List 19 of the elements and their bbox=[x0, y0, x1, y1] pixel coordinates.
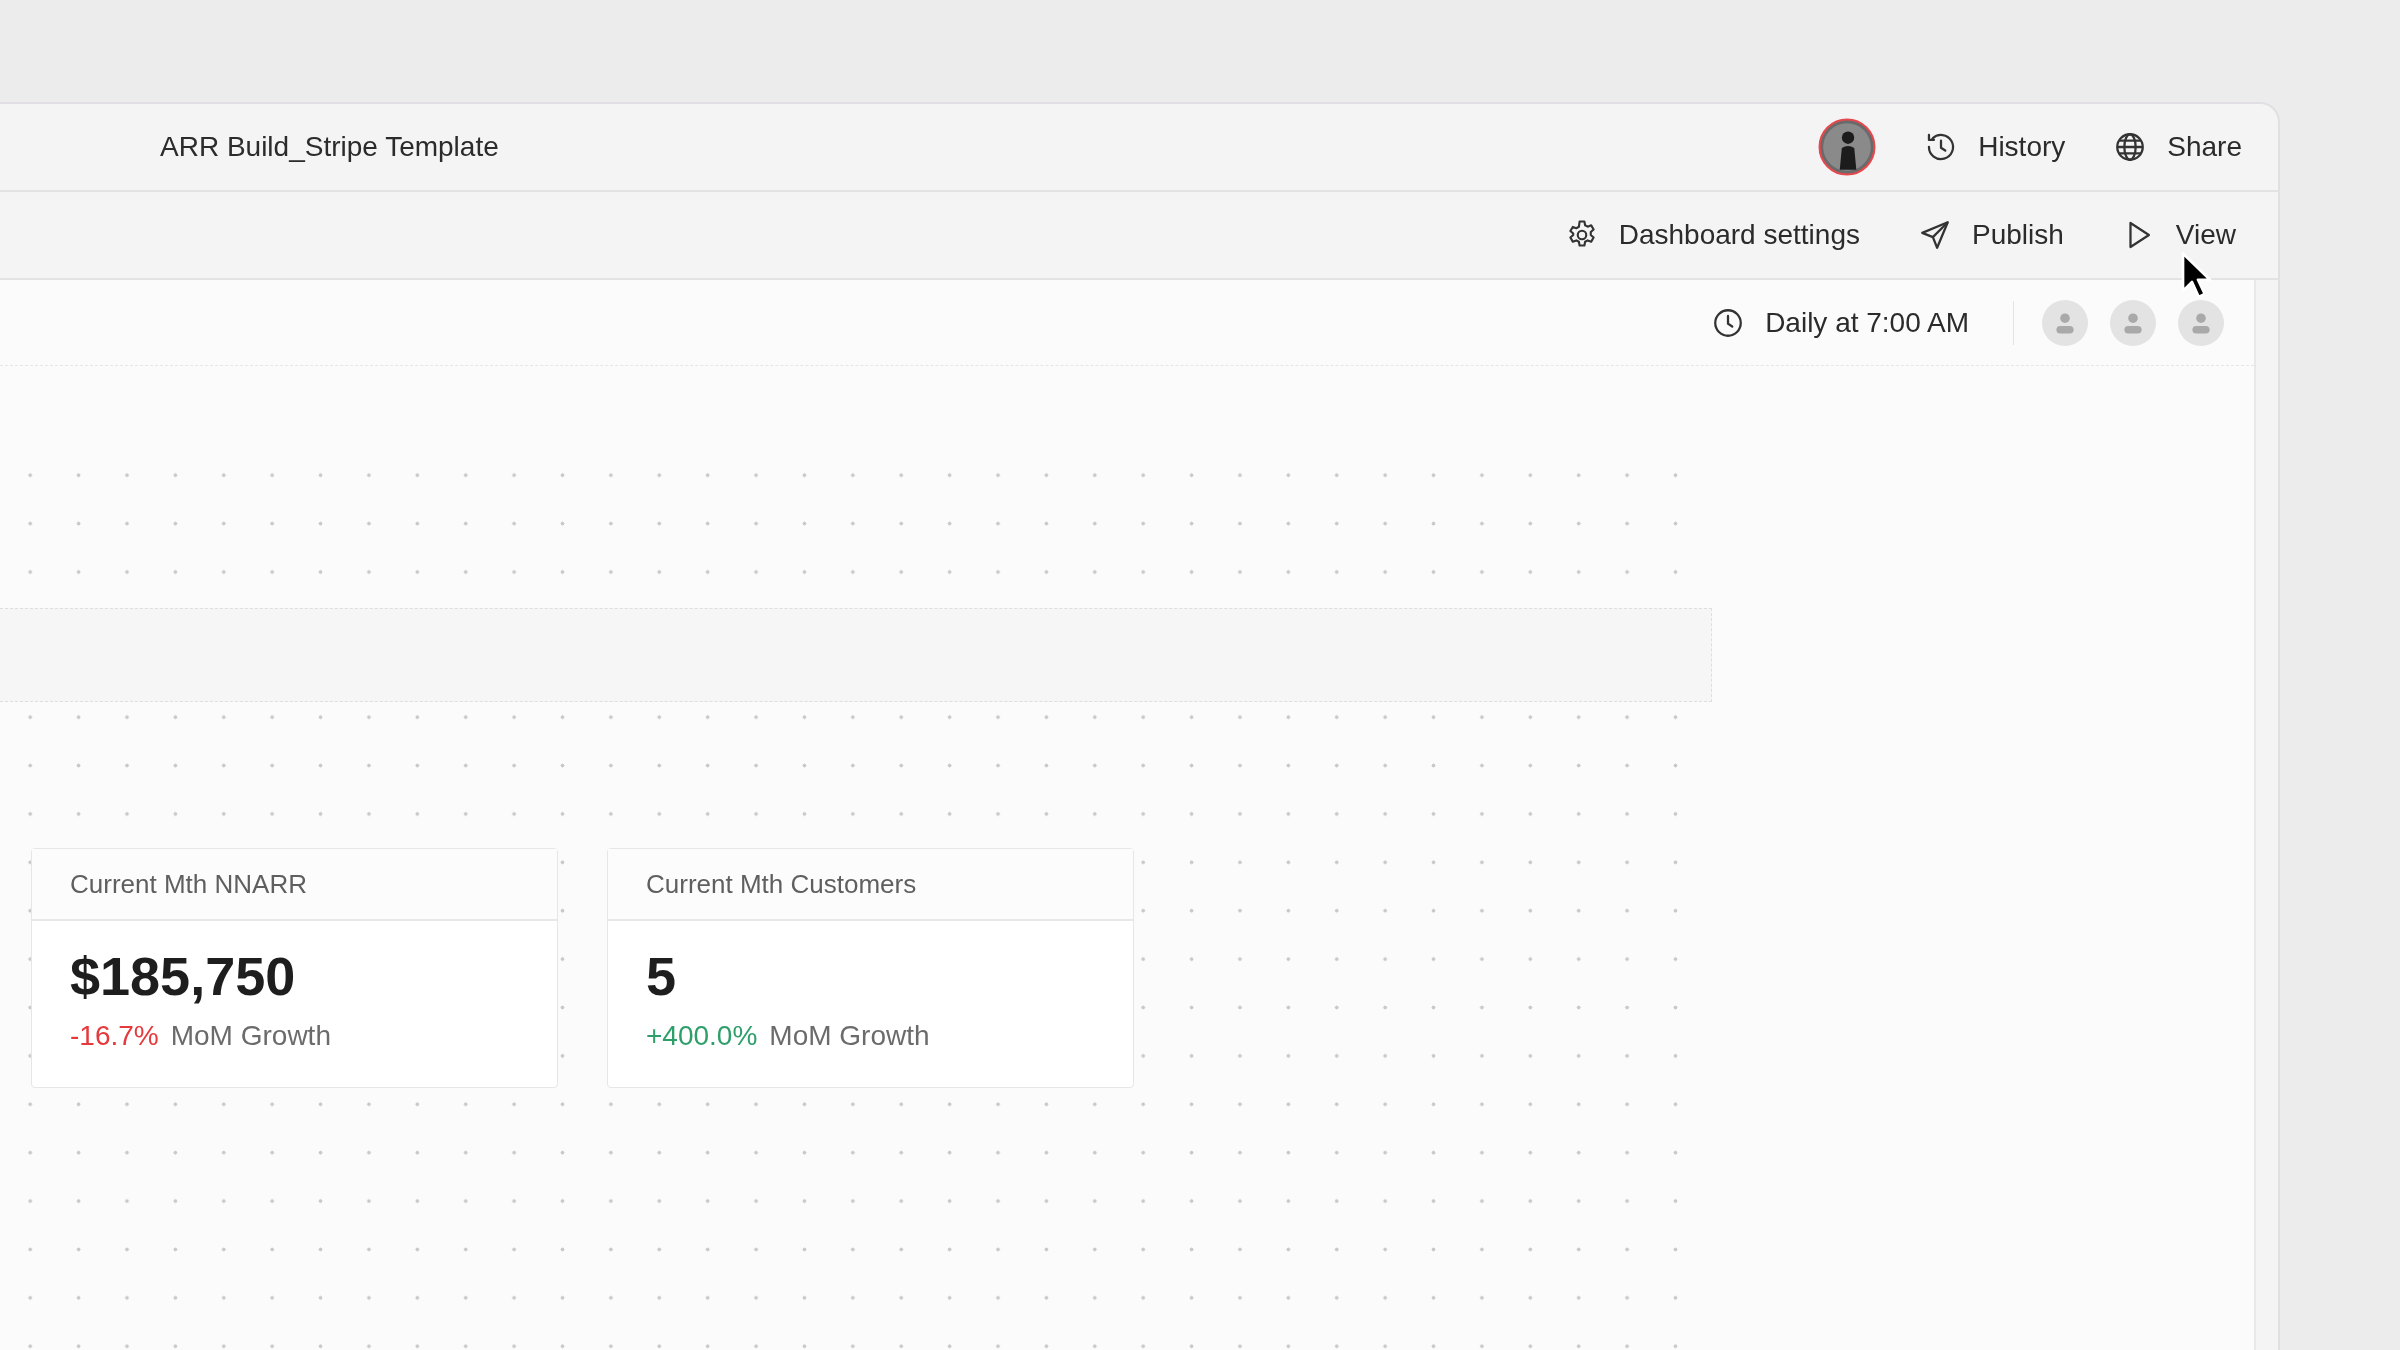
view-button[interactable]: View bbox=[2121, 218, 2236, 252]
window-title: ARR Build_Stripe Template bbox=[160, 131, 500, 163]
change-label: MoM Growth bbox=[769, 1020, 930, 1053]
publish-button[interactable]: Publish bbox=[1917, 218, 2064, 252]
card-title: Current Mth Customers bbox=[608, 849, 1133, 921]
share-button[interactable]: Share bbox=[2113, 130, 2242, 164]
schedule-button[interactable]: Daily at 7:00 AM bbox=[1711, 305, 1969, 340]
avatar-icon[interactable] bbox=[1818, 118, 1877, 176]
settings-button[interactable]: Dashboard settings bbox=[1564, 218, 1860, 252]
user-avatar-icon[interactable] bbox=[2110, 299, 2156, 346]
user-avatar-icon[interactable] bbox=[2178, 299, 2224, 346]
change-percent: +400.0% bbox=[646, 1020, 758, 1053]
user-avatar-icon[interactable] bbox=[2042, 299, 2088, 346]
metric-value: 5 bbox=[646, 947, 678, 1007]
card-title: Current Mth NNARR bbox=[32, 849, 557, 921]
history-button[interactable]: History bbox=[1924, 130, 2066, 164]
change-percent: -16.7% bbox=[70, 1020, 159, 1053]
metric-value: $185,750 bbox=[70, 947, 297, 1007]
change-label: MoM Growth bbox=[170, 1020, 331, 1053]
